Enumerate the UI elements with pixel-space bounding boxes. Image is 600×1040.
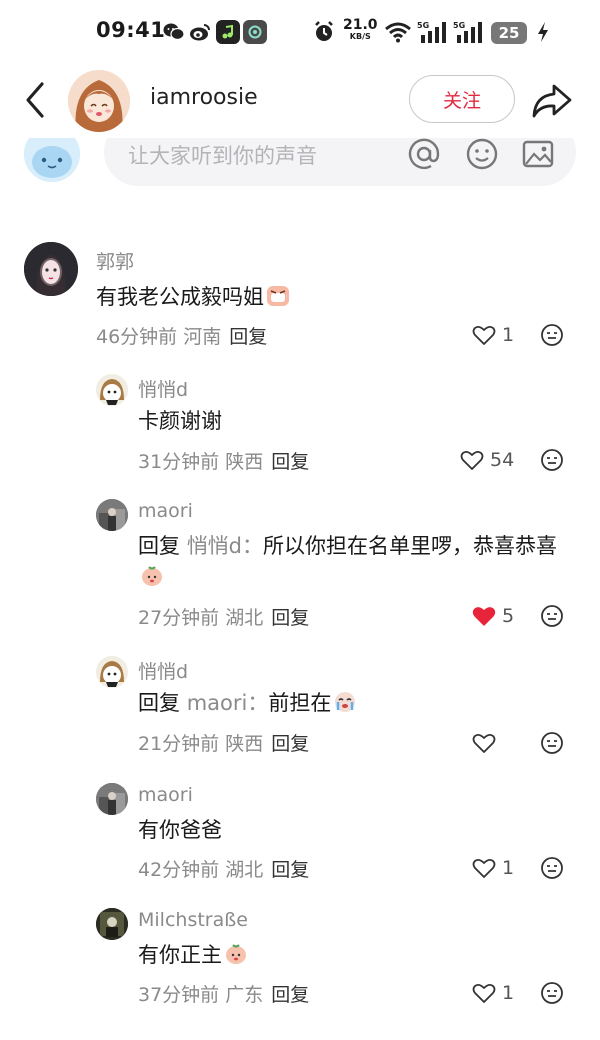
commenter-name[interactable]: Milchstraße <box>138 909 248 931</box>
weibo-icon <box>188 20 212 44</box>
like-button[interactable]: 1 <box>472 322 520 348</box>
like-button[interactable] <box>472 730 520 756</box>
mention-icon[interactable] <box>406 136 442 172</box>
reply-target[interactable]: 悄悄d： <box>187 534 263 558</box>
wifi-icon <box>383 20 413 44</box>
comment-options-button[interactable] <box>540 856 564 880</box>
peach-emoji-icon <box>224 942 248 966</box>
follow-button[interactable]: 关注 <box>409 75 515 123</box>
heart-outline-icon <box>472 983 496 1003</box>
comment-options-button[interactable] <box>540 323 564 347</box>
heart-outline-icon <box>472 858 496 878</box>
more-face-icon <box>541 324 563 346</box>
heart-outline-icon <box>472 733 496 753</box>
music-app-icon <box>216 20 240 44</box>
crying-emoji-icon <box>333 690 357 714</box>
comment-text: 回复 maori：前担在 <box>138 688 468 719</box>
like-button[interactable]: 1 <box>472 855 520 881</box>
like-count: 1 <box>502 324 515 346</box>
commenter-avatar[interactable] <box>96 783 128 815</box>
heart-filled-icon <box>472 607 496 626</box>
top-nav-bar: iamroosie 关注 <box>0 64 600 138</box>
reply-button[interactable]: 回复 <box>271 984 309 1006</box>
more-face-icon <box>541 732 563 754</box>
comment-meta: 37分钟前 广东 回复 <box>138 984 310 1006</box>
comment-input-placeholder: 让大家听到你的声音 <box>128 144 317 168</box>
comment-meta: 31分钟前 陕西 回复 <box>138 451 310 473</box>
battery-indicator: 25 <box>491 22 527 44</box>
like-count: 5 <box>502 605 515 627</box>
comment-options-button[interactable] <box>540 731 564 755</box>
wechat-icon <box>162 20 186 44</box>
peach-emoji-icon <box>140 564 164 588</box>
like-count: 1 <box>502 982 515 1004</box>
more-face-icon <box>541 982 563 1004</box>
comment-meta: 21分钟前 陕西 回复 <box>138 733 310 755</box>
network-speed: 21.0 KB/S <box>343 17 378 41</box>
commenter-name[interactable]: 郭郭 <box>96 247 134 274</box>
comment-options-button[interactable] <box>540 448 564 472</box>
more-face-icon <box>541 605 563 627</box>
image-icon[interactable] <box>520 136 556 172</box>
commenter-avatar[interactable] <box>24 242 78 296</box>
back-button[interactable] <box>18 78 54 122</box>
more-face-icon <box>541 449 563 471</box>
commenter-name[interactable]: maori <box>138 500 193 522</box>
svg-text:5G: 5G <box>417 21 429 30</box>
chevron-left-icon <box>26 82 44 118</box>
comment-meta: 46分钟前 河南 回复 <box>96 326 268 348</box>
alarm-icon <box>312 20 336 44</box>
cellular-signal-2-icon: 5G <box>452 20 486 44</box>
reply-button[interactable]: 回复 <box>271 859 309 881</box>
heart-outline-icon <box>460 450 484 470</box>
status-bar: 09:41 21.0 KB/S 5G 5G 25 <box>0 0 600 64</box>
author-username[interactable]: iamroosie <box>150 85 258 110</box>
comment-text: 有你正主 <box>138 940 468 971</box>
more-face-icon <box>541 857 563 879</box>
share-button[interactable] <box>530 80 574 120</box>
comment-meta: 42分钟前 湖北 回复 <box>138 859 310 881</box>
charging-icon <box>531 20 555 44</box>
reply-target[interactable]: maori： <box>187 691 269 715</box>
comment-options-button[interactable] <box>540 604 564 628</box>
commenter-avatar[interactable] <box>96 374 128 406</box>
comment-text: 有我老公成毅吗姐 <box>96 282 466 313</box>
reply-button[interactable]: 回复 <box>271 733 309 755</box>
reply-button[interactable]: 回复 <box>271 607 309 629</box>
commenter-name[interactable]: 悄悄d <box>138 375 188 402</box>
commenter-name[interactable]: 悄悄d <box>138 657 188 684</box>
author-avatar[interactable] <box>68 70 130 132</box>
like-button[interactable]: 5 <box>472 603 520 629</box>
like-button[interactable]: 54 <box>460 447 520 473</box>
comment-text: 回复 悄悄d：所以你担在名单里啰，恭喜恭喜 <box>138 531 568 593</box>
commenter-name[interactable]: maori <box>138 784 193 806</box>
reply-button[interactable]: 回复 <box>271 451 309 473</box>
app-icon <box>243 20 267 44</box>
cellular-signal-icon: 5G <box>416 20 450 44</box>
commenter-avatar[interactable] <box>96 908 128 940</box>
comment-text: 卡颜谢谢 <box>138 409 222 433</box>
comment-text: 有你爸爸 <box>138 818 222 842</box>
like-button[interactable]: 1 <box>472 980 520 1006</box>
comment-meta: 27分钟前 湖北 回复 <box>138 607 310 629</box>
commenter-avatar[interactable] <box>96 499 128 531</box>
like-count: 1 <box>502 857 515 879</box>
laughing-emoji-icon <box>266 284 290 308</box>
commenter-avatar[interactable] <box>96 656 128 688</box>
heart-outline-icon <box>472 325 496 345</box>
emoji-icon[interactable] <box>464 136 500 172</box>
share-arrow-icon <box>532 84 572 118</box>
svg-text:5G: 5G <box>453 21 465 30</box>
like-count: 54 <box>490 449 515 471</box>
comment-options-button[interactable] <box>540 981 564 1005</box>
status-time: 09:41 <box>96 18 166 42</box>
reply-button[interactable]: 回复 <box>229 326 267 348</box>
